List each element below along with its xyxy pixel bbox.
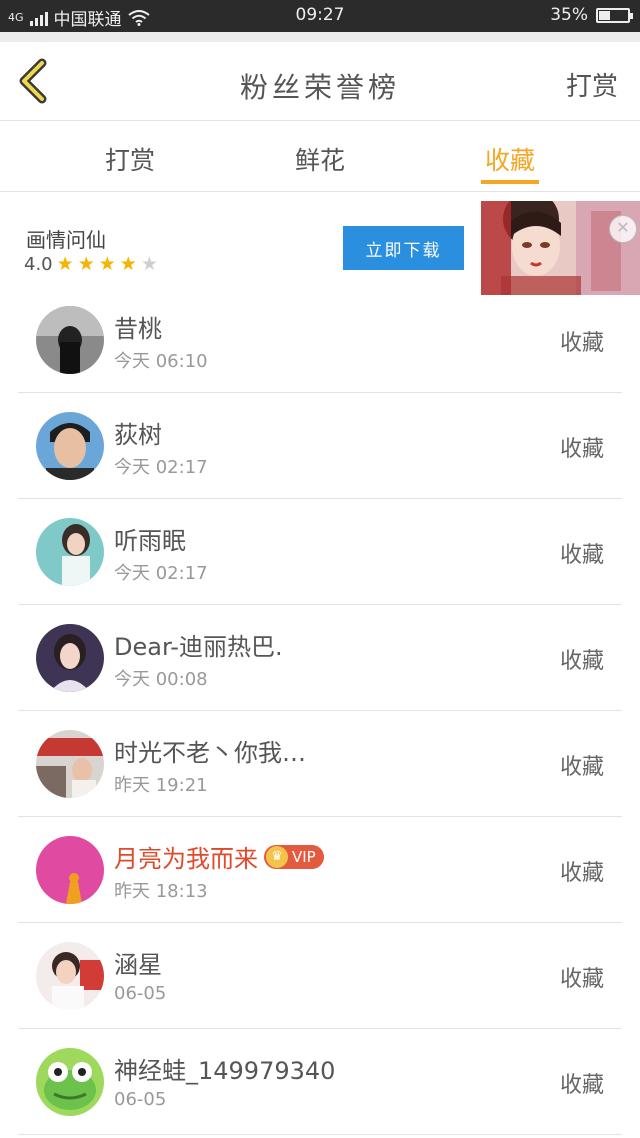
tab-favorites[interactable]: 收藏 (450, 141, 570, 177)
list-item[interactable]: Dear-迪丽热巴. 今天 00:08 收藏 (18, 605, 622, 711)
fan-time: 06-05 (114, 1089, 167, 1110)
nav-header: 粉丝荣誉榜 打赏 (0, 42, 640, 121)
fan-action-label: 收藏 (559, 437, 604, 462)
list-item[interactable]: 时光不老丶你我… 昨天 19:21 收藏 (18, 711, 622, 817)
avatar (36, 306, 104, 374)
star-icon: ★ (56, 253, 74, 275)
ad-rating-value: 4.0 (24, 254, 53, 275)
fan-name: 涵星 (114, 951, 162, 979)
fan-time: 今天 06:10 (114, 351, 208, 372)
star-icon: ★ (98, 253, 116, 275)
tab-reward[interactable]: 打赏 (70, 141, 190, 177)
fan-name: 荻树 (114, 421, 162, 449)
status-bar: 4G 中国联通 09:27 35% (0, 0, 640, 32)
active-tab-indicator (481, 180, 539, 184)
ad-banner[interactable]: 画情问仙 4.0 ★ ★ ★ ★ ★ 立即下载 ✕ (0, 192, 640, 298)
fan-action-label: 收藏 (559, 755, 604, 780)
ad-image[interactable]: ✕ (481, 201, 640, 295)
vip-badge: ♛ VIP (264, 844, 324, 869)
reward-button[interactable]: 打赏 (566, 66, 618, 103)
fan-name: 神经蛙_149979340 (114, 1057, 336, 1085)
avatar (36, 836, 104, 904)
fan-action-label: 收藏 (559, 967, 604, 992)
ad-app-title: 画情问仙 (26, 228, 106, 252)
fan-time: 06-05 (114, 983, 167, 1004)
close-icon[interactable]: ✕ (609, 215, 637, 243)
list-item[interactable]: 听雨眠 今天 02:17 收藏 (18, 499, 622, 605)
fan-action-label: 收藏 (559, 1073, 604, 1098)
fan-action-label: 收藏 (559, 649, 604, 674)
avatar (36, 1048, 104, 1116)
battery-percent: 35% (550, 5, 588, 25)
fan-time: 今天 02:17 (114, 563, 208, 584)
fan-time: 今天 00:08 (114, 669, 208, 690)
fan-time: 昨天 19:21 (114, 775, 208, 796)
fan-list: 昔桃 今天 06:10 收藏 荻树 今天 02:17 收藏 听雨眠 今天 02:… (18, 287, 622, 1135)
download-button[interactable]: 立即下载 (343, 226, 464, 270)
fan-time: 昨天 18:13 (114, 881, 208, 902)
page-title: 粉丝荣誉榜 (239, 71, 400, 104)
fan-action-label: 收藏 (559, 543, 604, 568)
fan-name: 昔桃 (114, 315, 162, 343)
list-item[interactable]: 荻树 今天 02:17 收藏 (18, 393, 622, 499)
list-item[interactable]: 涵星 06-05 收藏 (18, 923, 622, 1029)
avatar (36, 942, 104, 1010)
star-empty-icon: ★ (140, 253, 158, 275)
fan-action-label: 收藏 (559, 331, 604, 356)
tab-flowers[interactable]: 鲜花 (260, 141, 380, 177)
fan-name: Dear-迪丽热巴. (114, 633, 283, 661)
list-item[interactable]: 神经蛙_149979340 06-05 收藏 (18, 1029, 622, 1135)
ad-rating: 4.0 ★ ★ ★ ★ ★ (24, 254, 158, 275)
avatar (36, 518, 104, 586)
avatar (36, 730, 104, 798)
fan-name: 月亮为我而来 ♛ VIP (114, 839, 324, 874)
status-time: 09:27 (295, 5, 345, 25)
fan-action-label: 收藏 (559, 861, 604, 886)
list-item[interactable]: 月亮为我而来 ♛ VIP 昨天 18:13 收藏 (18, 817, 622, 923)
avatar (36, 624, 104, 692)
battery-icon (596, 7, 633, 23)
avatar (36, 412, 104, 480)
fan-name: 听雨眠 (114, 527, 186, 555)
crown-icon: ♛ (266, 845, 288, 868)
fan-name: 时光不老丶你我… (114, 739, 306, 767)
fan-time: 今天 02:17 (114, 457, 208, 478)
tab-bar: 打赏 鲜花 收藏 (0, 121, 640, 192)
header-gap (0, 32, 640, 42)
status-right: 35% (550, 5, 633, 25)
star-icon: ★ (119, 253, 137, 275)
list-item[interactable]: 昔桃 今天 06:10 收藏 (18, 287, 622, 393)
star-icon: ★ (77, 253, 95, 275)
